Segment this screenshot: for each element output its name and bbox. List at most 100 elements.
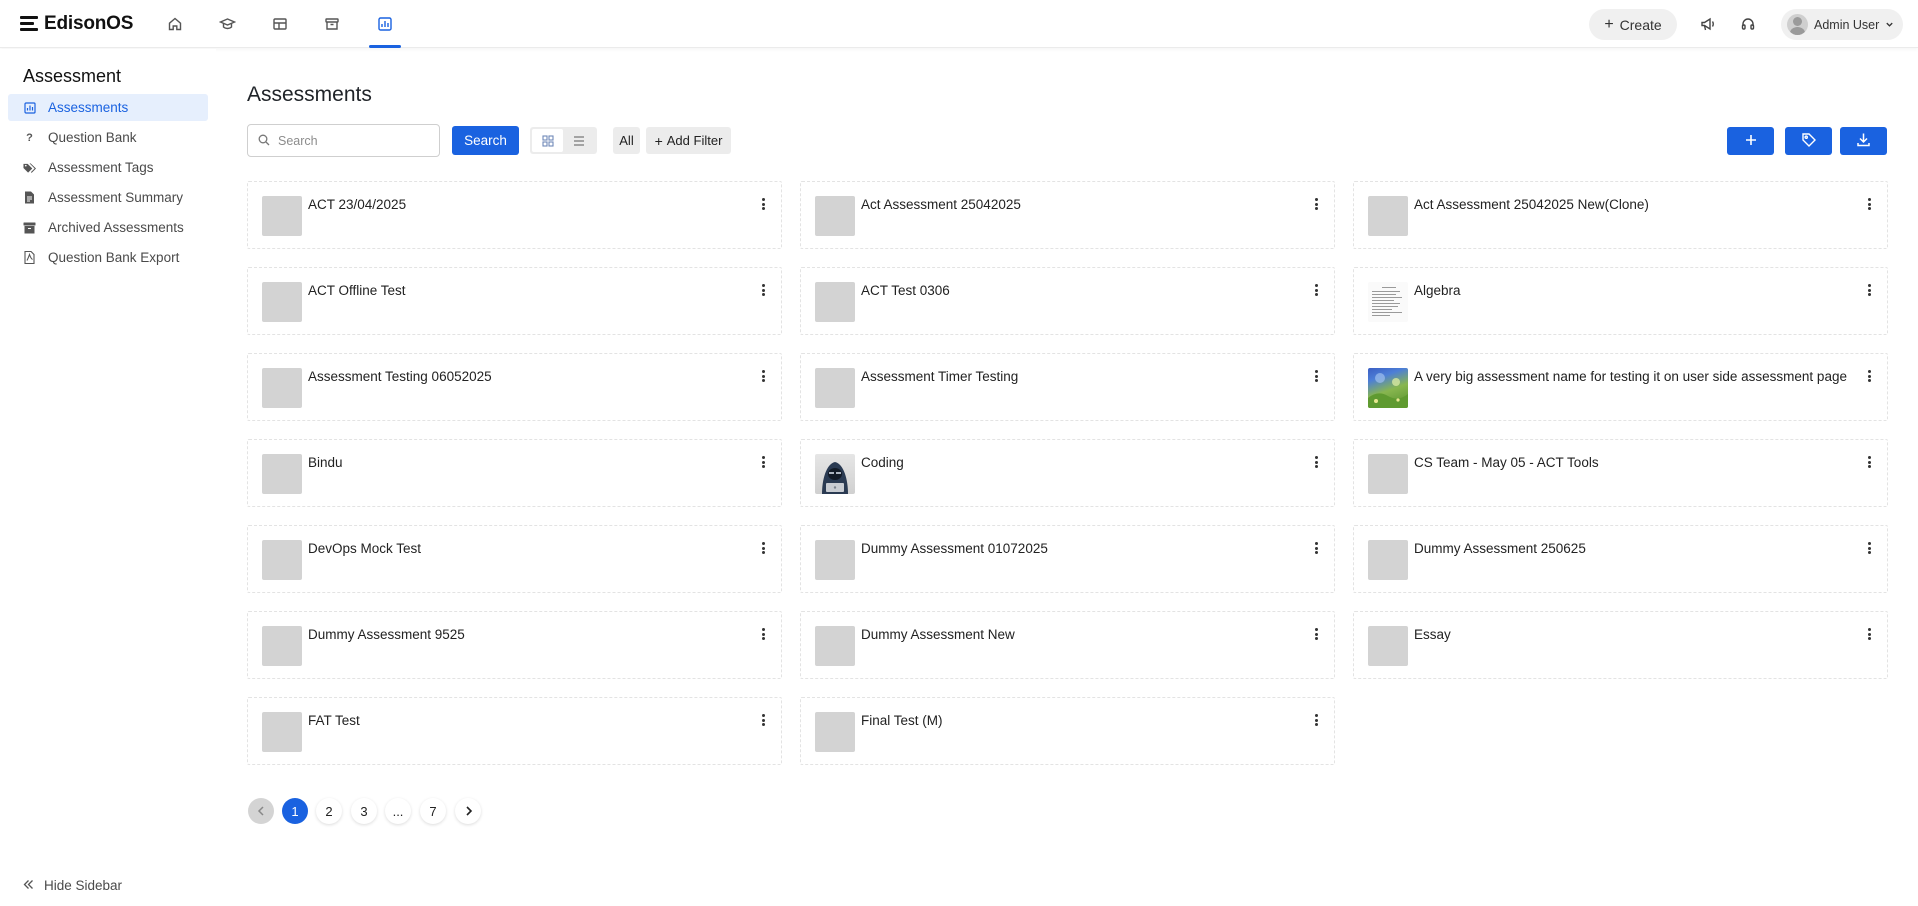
add-assessment-button[interactable]	[1727, 127, 1774, 155]
assessment-title[interactable]: ACT Test 0306	[861, 281, 1301, 300]
graduation-cap-icon[interactable]	[217, 14, 237, 34]
assessment-card[interactable]: Dummy Assessment 250625	[1353, 525, 1888, 593]
assessment-card[interactable]: Essay	[1353, 611, 1888, 679]
more-options-icon[interactable]	[1863, 627, 1875, 641]
sidebar-item-question-bank[interactable]: ? Question Bank	[8, 124, 208, 151]
assessment-card[interactable]: Dummy Assessment 01072025	[800, 525, 1335, 593]
grid-view-icon[interactable]	[532, 129, 563, 152]
more-options-icon[interactable]	[757, 197, 769, 211]
more-options-icon[interactable]	[1863, 197, 1875, 211]
more-options-icon[interactable]	[1310, 541, 1322, 555]
download-button[interactable]	[1840, 127, 1887, 155]
avatar	[1787, 14, 1808, 35]
assessment-title[interactable]: Assessment Testing 06052025	[308, 367, 748, 386]
assessment-card[interactable]: Act Assessment 25042025	[800, 181, 1335, 249]
more-options-icon[interactable]	[1863, 455, 1875, 469]
assessment-card[interactable]: Act Assessment 25042025 New(Clone)	[1353, 181, 1888, 249]
user-name: Admin User	[1814, 17, 1880, 32]
archive-box-icon[interactable]	[322, 14, 342, 34]
assessment-title[interactable]: ACT Offline Test	[308, 281, 748, 300]
assessment-title[interactable]: Final Test (M)	[861, 711, 1301, 730]
all-filter-button[interactable]: All	[613, 127, 640, 154]
assessment-card[interactable]: FAT Test	[247, 697, 782, 765]
search-button[interactable]: Search	[452, 126, 519, 155]
hide-sidebar-button[interactable]: Hide Sidebar	[23, 878, 122, 893]
assessment-title[interactable]: Coding	[861, 453, 1301, 472]
more-options-icon[interactable]	[757, 541, 769, 555]
home-icon[interactable]	[165, 14, 185, 34]
search-input[interactable]	[278, 133, 428, 148]
sidebar-item-archived-assessments[interactable]: Archived Assessments	[8, 214, 208, 241]
add-filter-button[interactable]: + Add Filter	[646, 127, 731, 154]
active-nav-indicator	[369, 45, 401, 48]
megaphone-icon[interactable]	[1698, 14, 1718, 34]
assessment-title[interactable]: Dummy Assessment 250625	[1414, 539, 1854, 558]
assessment-title[interactable]: Dummy Assessment 9525	[308, 625, 748, 644]
assessment-title[interactable]: Bindu	[308, 453, 748, 472]
more-options-icon[interactable]	[1310, 627, 1322, 641]
assessment-title[interactable]: A very big assessment name for testing i…	[1414, 367, 1854, 386]
more-options-icon[interactable]	[757, 627, 769, 641]
more-options-icon[interactable]	[1310, 713, 1322, 727]
assessment-title[interactable]: Algebra	[1414, 281, 1854, 300]
assessment-title[interactable]: Dummy Assessment 01072025	[861, 539, 1301, 558]
assessment-chart-icon[interactable]	[375, 14, 395, 34]
page-ellipsis[interactable]: ...	[385, 798, 411, 824]
brand-logo[interactable]: EdisonOS	[20, 13, 133, 35]
assessment-title[interactable]: Act Assessment 25042025 New(Clone)	[1414, 195, 1854, 214]
assessment-card[interactable]: ACT Test 0306	[800, 267, 1335, 335]
more-options-icon[interactable]	[1310, 369, 1322, 383]
assessment-card[interactable]: A very big assessment name for testing i…	[1353, 353, 1888, 421]
more-options-icon[interactable]	[1310, 455, 1322, 469]
search-box[interactable]	[247, 124, 440, 157]
more-options-icon[interactable]	[1310, 283, 1322, 297]
assessment-title[interactable]: Act Assessment 25042025	[861, 195, 1301, 214]
previous-page-button[interactable]	[248, 798, 274, 824]
more-options-icon[interactable]	[1310, 197, 1322, 211]
page-button-1[interactable]: 1	[282, 798, 308, 824]
more-options-icon[interactable]	[757, 455, 769, 469]
more-options-icon[interactable]	[757, 369, 769, 383]
assessment-card[interactable]: Dummy Assessment 9525	[247, 611, 782, 679]
sidebar-item-assessment-tags[interactable]: Assessment Tags	[8, 154, 208, 181]
page-button-3[interactable]: 3	[351, 798, 377, 824]
sidebar-item-question-bank-export[interactable]: Question Bank Export	[8, 244, 208, 271]
user-menu[interactable]: Admin User	[1781, 9, 1903, 40]
assessment-title[interactable]: Assessment Timer Testing	[861, 367, 1301, 386]
assessment-thumbnail	[815, 626, 855, 666]
assessment-card[interactable]: ACT 23/04/2025	[247, 181, 782, 249]
assessment-title[interactable]: DevOps Mock Test	[308, 539, 748, 558]
more-options-icon[interactable]	[1863, 283, 1875, 297]
assessment-title[interactable]: CS Team - May 05 - ACT Tools	[1414, 453, 1854, 472]
assessment-thumbnail	[815, 196, 855, 236]
assessment-title[interactable]: ACT 23/04/2025	[308, 195, 748, 214]
assessment-card[interactable]: Bindu	[247, 439, 782, 507]
assessment-card[interactable]: DevOps Mock Test	[247, 525, 782, 593]
table-icon[interactable]	[270, 14, 290, 34]
document-icon	[23, 191, 36, 204]
assessment-card[interactable]: Algebra	[1353, 267, 1888, 335]
list-view-icon[interactable]	[563, 129, 594, 152]
create-button[interactable]: + Create	[1589, 9, 1677, 40]
assessment-card[interactable]: Assessment Testing 06052025	[247, 353, 782, 421]
assessment-title[interactable]: Essay	[1414, 625, 1854, 644]
sidebar-item-assessment-summary[interactable]: Assessment Summary	[8, 184, 208, 211]
assessment-title[interactable]: Dummy Assessment New	[861, 625, 1301, 644]
headset-icon[interactable]	[1738, 14, 1758, 34]
assessment-title[interactable]: FAT Test	[308, 711, 748, 730]
next-page-button[interactable]	[455, 798, 481, 824]
assessment-card[interactable]: ACT Offline Test	[247, 267, 782, 335]
assessment-card[interactable]: Final Test (M)	[800, 697, 1335, 765]
sidebar-item-assessments[interactable]: Assessments	[8, 94, 208, 121]
assessment-card[interactable]: CS Team - May 05 - ACT Tools	[1353, 439, 1888, 507]
more-options-icon[interactable]	[757, 713, 769, 727]
more-options-icon[interactable]	[1863, 369, 1875, 383]
page-button-2[interactable]: 2	[316, 798, 342, 824]
assessment-card[interactable]: Dummy Assessment New	[800, 611, 1335, 679]
assessment-card[interactable]: Coding	[800, 439, 1335, 507]
more-options-icon[interactable]	[1863, 541, 1875, 555]
more-options-icon[interactable]	[757, 283, 769, 297]
page-button-7[interactable]: 7	[420, 798, 446, 824]
assessment-card[interactable]: Assessment Timer Testing	[800, 353, 1335, 421]
manage-tags-button[interactable]	[1785, 127, 1832, 155]
